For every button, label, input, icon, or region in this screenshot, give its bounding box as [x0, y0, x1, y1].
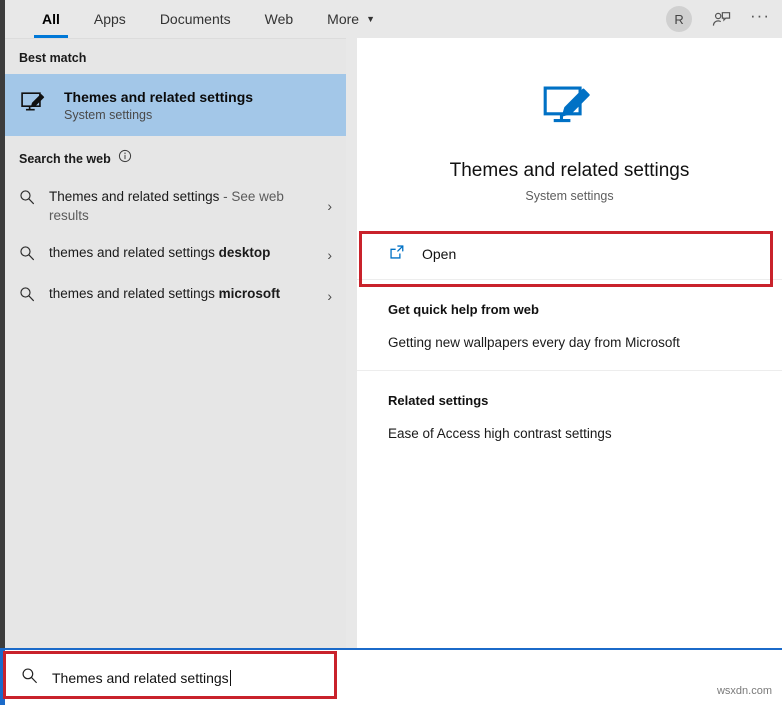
web-result-0[interactable]: Themes and related settings - See web re… [5, 178, 346, 234]
external-link-icon [388, 243, 406, 266]
tab-web-label: Web [264, 11, 294, 27]
open-button[interactable]: Open [357, 229, 782, 279]
preview-pane: Themes and related settings System setti… [357, 38, 782, 648]
related-settings-section: Related settings Ease of Access high con… [357, 370, 782, 461]
header-actions: R ··· [666, 0, 770, 38]
preview-subtitle: System settings [525, 189, 614, 203]
best-match-title: Themes and related settings [64, 88, 254, 105]
quick-help-section: Get quick help from web Getting new wall… [357, 279, 782, 370]
watermark: wsxdn.com [716, 685, 772, 697]
preview-title: Themes and related settings [449, 160, 690, 181]
open-button-label: Open [422, 246, 457, 262]
search-icon [19, 189, 35, 210]
chevron-right-icon[interactable]: › [327, 198, 332, 214]
chevron-down-icon: ▼ [366, 13, 375, 24]
search-header: All Apps Documents Web More ▼ R ··· [5, 0, 782, 38]
quick-help-link[interactable]: Getting new wallpapers every day from Mi… [388, 335, 782, 350]
person-feedback-icon[interactable] [710, 8, 732, 30]
more-options-icon[interactable]: ··· [750, 6, 770, 32]
search-input[interactable]: Themes and related settings [52, 669, 231, 686]
best-match-texts: Themes and related settings System setti… [64, 89, 253, 122]
best-match-result[interactable]: Themes and related settings System setti… [5, 74, 346, 136]
search-icon [19, 286, 35, 307]
web-result-2[interactable]: themes and related settings microsoft › [5, 275, 346, 316]
tab-more-label: More [327, 11, 360, 27]
chevron-right-icon[interactable]: › [327, 247, 332, 263]
quick-help-heading: Get quick help from web [388, 302, 539, 317]
tab-documents[interactable]: Documents [143, 0, 248, 38]
search-filter-tabs: All Apps Documents Web More ▼ [25, 0, 392, 38]
search-flyout: All Apps Documents Web More ▼ R ··· Best… [0, 0, 782, 705]
search-icon [21, 667, 38, 689]
web-result-1[interactable]: themes and related settings desktop › [5, 234, 346, 275]
monitor-paintbrush-icon [19, 87, 50, 123]
search-web-heading-row: Search the web [5, 136, 346, 178]
tab-web[interactable]: Web [248, 0, 311, 38]
search-icon [19, 245, 35, 266]
chevron-right-icon[interactable]: › [327, 288, 332, 304]
monitor-paintbrush-icon [357, 76, 782, 138]
web-result-2-label: themes and related settings microsoft [49, 286, 281, 302]
tab-documents-label: Documents [159, 11, 231, 27]
best-match-heading: Best match [19, 51, 87, 65]
related-settings-link[interactable]: Ease of Access high contrast settings [388, 426, 782, 441]
text-cursor [229, 669, 231, 686]
related-settings-heading: Related settings [388, 393, 489, 408]
tab-more[interactable]: More ▼ [310, 0, 392, 38]
taskbar-search-box[interactable]: Themes and related settings [5, 648, 782, 705]
avatar[interactable]: R [666, 6, 693, 32]
best-match-subtitle: System settings [64, 107, 153, 122]
tab-apps[interactable]: Apps [77, 0, 143, 38]
preview-hero: Themes and related settings System setti… [357, 38, 782, 229]
tab-all[interactable]: All [25, 0, 77, 38]
search-web-heading: Search the web [19, 151, 111, 166]
tab-all-label: All [42, 11, 60, 27]
web-result-1-label: themes and related settings desktop [49, 245, 271, 261]
avatar-initial: R [674, 11, 684, 27]
tab-apps-label: Apps [93, 11, 126, 27]
results-list-pane: Best match Themes and related settings S… [5, 38, 346, 648]
info-icon[interactable] [118, 149, 132, 168]
web-result-0-label: Themes and related settings - See web re… [49, 189, 284, 224]
